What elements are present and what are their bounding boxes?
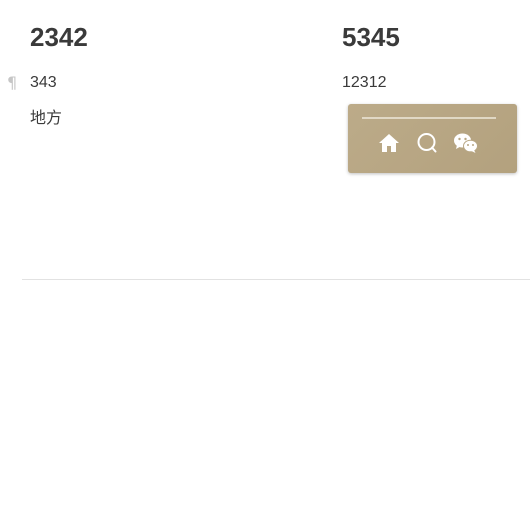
right-paragraph-1[interactable]: 12312 xyxy=(342,72,387,94)
paragraph-mark-icon: ¶ xyxy=(7,73,18,92)
horizontal-divider xyxy=(22,279,530,280)
wechat-icon xyxy=(454,133,478,153)
search-icon xyxy=(417,133,437,153)
left-column: 2342 343 地方 xyxy=(30,20,310,127)
toolbar-divider-line xyxy=(362,117,496,119)
left-paragraph-2[interactable]: 地方 xyxy=(30,108,62,130)
home-icon xyxy=(379,134,399,152)
wechat-share-button[interactable] xyxy=(453,130,479,156)
left-paragraph-1[interactable]: 343 xyxy=(30,72,57,94)
floating-share-toolbar xyxy=(348,104,517,173)
right-heading[interactable]: 5345 xyxy=(342,20,522,54)
search-button[interactable] xyxy=(414,130,440,156)
right-column: 5345 12312 xyxy=(342,20,522,91)
home-button[interactable] xyxy=(376,130,402,156)
editor-canvas[interactable]: ¶ 2342 343 地方 5345 12312 xyxy=(0,0,530,515)
left-heading[interactable]: 2342 xyxy=(30,20,310,54)
